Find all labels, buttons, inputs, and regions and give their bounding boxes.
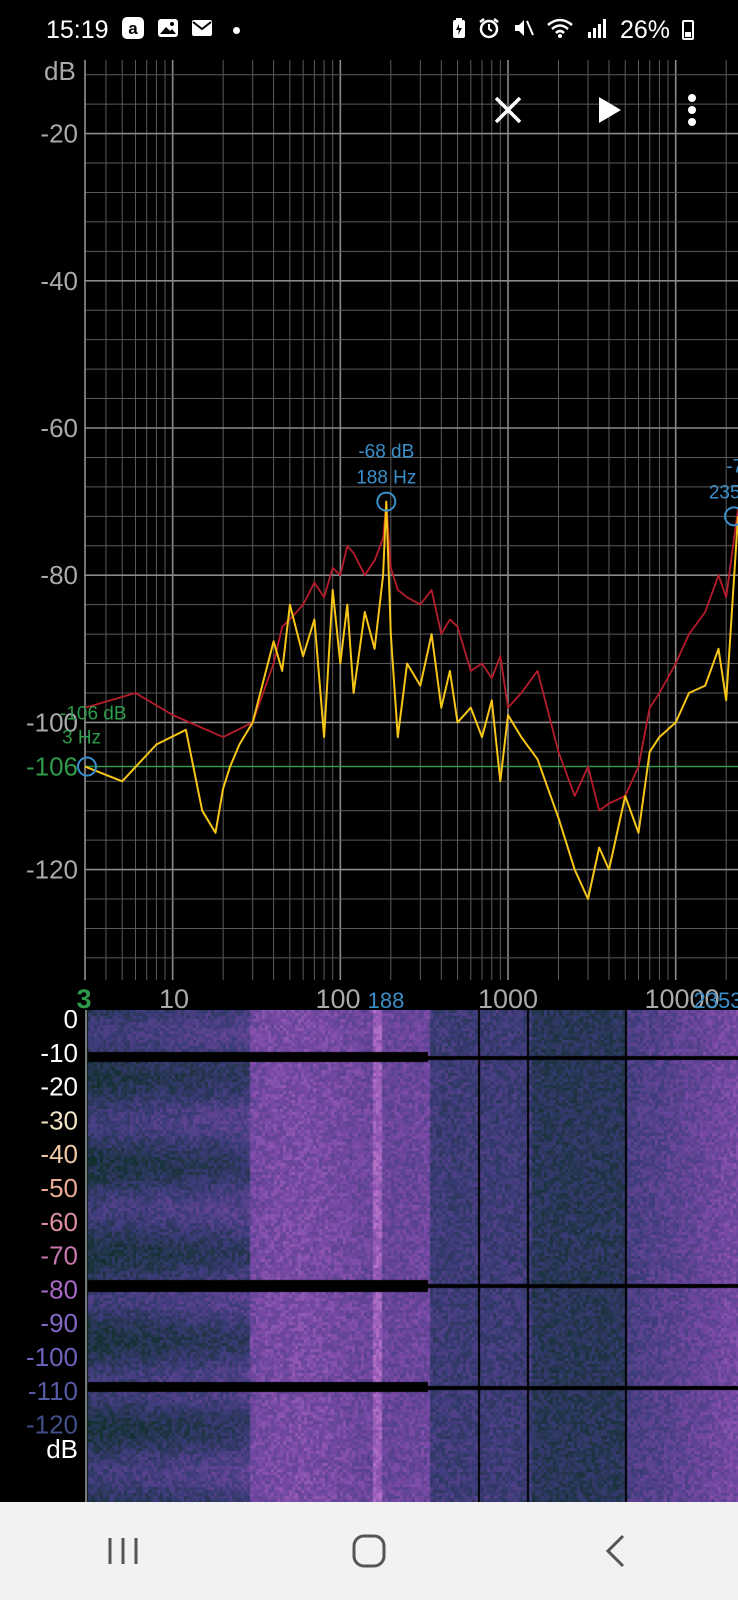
recent-apps-icon xyxy=(108,1538,138,1564)
play-icon xyxy=(599,97,621,123)
status-left: 15:19 a xyxy=(46,16,240,45)
play-button[interactable] xyxy=(588,88,632,132)
mail-icon xyxy=(191,19,213,41)
back-icon xyxy=(605,1534,625,1568)
spectrogram-panel[interactable]: 0 -10 -20 -30 -40 -50 -60 -70 -80 -90 -100 -110 -120… xyxy=(0,1010,738,1502)
y-tick-label: -120 xyxy=(26,855,78,885)
y-tick-label: -60 xyxy=(40,413,78,443)
spectrogram-scale-label: -70 xyxy=(40,1241,78,1271)
x-tick-label: 1000 xyxy=(478,984,538,1010)
y-tick-label: -40 xyxy=(40,266,78,296)
alarm-icon xyxy=(478,17,500,43)
svg-text:a: a xyxy=(128,19,138,38)
x-tick-label: 3 xyxy=(76,984,91,1010)
reference-level-label: -106 xyxy=(26,752,78,782)
right-marker-level: -71 xyxy=(726,456,738,477)
status-bar: 15:19 a 26% xyxy=(0,0,738,60)
gallery-icon xyxy=(157,17,179,43)
spectrogram-scale-label: -100 xyxy=(26,1342,78,1372)
more-vert-icon xyxy=(688,94,696,126)
battery-icon xyxy=(682,20,694,40)
y-axis-unit: dB xyxy=(44,56,76,86)
peak-marker-freq: 188 Hz xyxy=(356,468,416,489)
spectrogram-scale-label: -110 xyxy=(28,1376,78,1406)
spectrogram-scale-label: -20 xyxy=(40,1072,78,1102)
back-button[interactable] xyxy=(575,1521,655,1581)
signal-icon xyxy=(586,17,608,43)
status-right: 26% xyxy=(452,16,694,45)
app-a-icon: a xyxy=(121,16,145,44)
spectrogram-scale: 0-10-20-30-40-50-60-70-80-90-100-110-120… xyxy=(26,1010,87,1502)
spectrogram-scale-label: -10 xyxy=(40,1038,78,1068)
recent-apps-button[interactable] xyxy=(83,1521,163,1581)
spectrogram-scale-label: -30 xyxy=(40,1105,78,1135)
y-tick-label: -80 xyxy=(40,560,78,590)
spectrum-chart[interactable]: dB-20-40-60-80-100-1203 10 100 188 1000 10000… xyxy=(0,0,738,1010)
dot-icon xyxy=(232,26,240,34)
spectrogram-scale-label: 0 xyxy=(64,1010,78,1034)
x-tick-label: 2353 xyxy=(694,988,738,1010)
cursor-marker-freq: 3 Hz xyxy=(62,728,101,749)
navigation-bar xyxy=(0,1502,738,1600)
status-time: 15:19 xyxy=(46,15,109,44)
close-button[interactable] xyxy=(486,88,530,132)
x-tick-label: 10 xyxy=(159,984,189,1010)
spectrogram-scale-label: -80 xyxy=(40,1274,78,1304)
spectrogram-scale-label: -60 xyxy=(40,1207,78,1237)
y-tick-label: -20 xyxy=(40,119,78,149)
spectrogram-scale-label: -50 xyxy=(40,1173,78,1203)
right-marker-freq: 2353 xyxy=(709,482,738,503)
close-icon xyxy=(494,96,522,124)
peak-marker-level: -68 dB xyxy=(358,442,414,463)
spectrogram-scale-label: -90 xyxy=(40,1308,78,1338)
home-icon xyxy=(352,1534,386,1568)
battery-saver-icon xyxy=(452,17,466,43)
mute-icon xyxy=(512,17,534,43)
x-tick-label: 100 xyxy=(315,984,360,1010)
more-options-button[interactable] xyxy=(670,88,714,132)
home-button[interactable] xyxy=(329,1521,409,1581)
plot-area xyxy=(85,60,738,980)
cursor-marker-level: -106 dB xyxy=(60,704,127,725)
spectrogram-unit-label: dB xyxy=(46,1434,78,1464)
wifi-icon xyxy=(546,17,574,43)
x-tick-label: 188 xyxy=(368,988,405,1010)
spectrogram-scale-label: -40 xyxy=(40,1139,78,1169)
battery-percent: 26% xyxy=(619,15,670,44)
